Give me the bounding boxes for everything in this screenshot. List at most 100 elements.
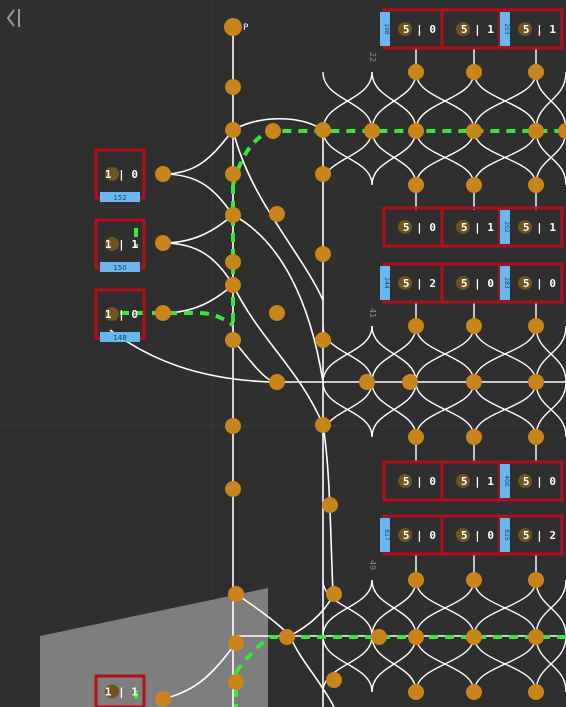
waypoint-node[interactable] [528, 629, 544, 645]
row-label: 41 [368, 308, 377, 318]
waypoint-node[interactable] [225, 207, 241, 223]
left-parking-spot[interactable]: 152 1 | 0 [94, 148, 146, 202]
waypoint-node[interactable] [408, 629, 424, 645]
waypoint-node[interactable] [326, 672, 342, 688]
grid-parking-spot[interactable]: 5 | 0 [382, 460, 444, 502]
waypoint-node[interactable] [408, 177, 424, 193]
grid-parking-spot[interactable]: 198 5 | 0 [380, 8, 444, 50]
grid-parking-spot[interactable]: 203 5 | 1 [500, 8, 564, 50]
grid-parking-spot[interactable]: 400 5 | 0 [500, 460, 564, 502]
waypoint-node[interactable] [402, 374, 418, 390]
map-canvas[interactable]: 152 1 | 0 150 1 | 1 148 1 | 0 1 | 1 198 5 | 0 5 |… [0, 0, 566, 707]
spot-tag-text: 202 [503, 221, 510, 233]
grid-parking-spot[interactable]: 5 | 1 [440, 206, 502, 248]
waypoint-node[interactable] [528, 429, 544, 445]
arch-path [535, 635, 566, 693]
start-marker-label: P [243, 23, 249, 33]
arch-path [535, 579, 566, 637]
waypoint-node[interactable] [466, 684, 482, 700]
waypoint-node[interactable] [466, 318, 482, 334]
waypoint-node[interactable] [408, 64, 424, 80]
grid-parking-spot[interactable]: 202 5 | 1 [500, 206, 564, 248]
waypoint-node[interactable] [359, 374, 375, 390]
waypoint-node[interactable] [269, 374, 285, 390]
waypoint-node[interactable] [155, 235, 171, 251]
waypoint-node[interactable] [528, 374, 544, 390]
arch-path [322, 381, 373, 438]
waypoint-node[interactable] [408, 684, 424, 700]
waypoint-node[interactable] [315, 166, 331, 182]
grid-parking-spot[interactable]: 5 | 0 [440, 514, 502, 556]
waypoint-node[interactable] [155, 691, 171, 707]
waypoint-node[interactable] [466, 629, 482, 645]
waypoint-node[interactable] [408, 123, 424, 139]
waypoint-node[interactable] [279, 629, 295, 645]
grid-parking-spot[interactable]: 244 5 | 2 [380, 262, 444, 304]
grid-parking-spot[interactable]: 5 | 1 [440, 8, 502, 50]
waypoint-node[interactable] [322, 497, 338, 513]
waypoint-node[interactable] [269, 305, 285, 321]
waypoint-node[interactable] [315, 122, 331, 138]
waypoint-node[interactable] [408, 318, 424, 334]
waypoint-node[interactable] [466, 64, 482, 80]
spot-status: 5 | 1 [461, 475, 494, 488]
waypoint-node[interactable] [225, 122, 241, 138]
spot-tag-text: 203 [503, 23, 510, 35]
collapse-left-icon [6, 9, 20, 27]
collapse-panel-button[interactable] [4, 6, 22, 30]
waypoint-node[interactable] [364, 123, 380, 139]
waypoint-node[interactable] [225, 79, 241, 95]
spot-status: 5 | 2 [403, 277, 436, 290]
grid-parking-spot[interactable]: 815 5 | 2 [500, 514, 564, 556]
waypoint-node[interactable] [315, 417, 331, 433]
waypoint-node[interactable] [225, 254, 241, 270]
waypoint-node[interactable] [558, 123, 566, 139]
start-marker[interactable]: P [224, 18, 249, 36]
waypoint-node[interactable] [466, 572, 482, 588]
waypoint-node[interactable] [528, 177, 544, 193]
waypoint-node[interactable] [225, 277, 241, 293]
spot-status: 5 | 1 [461, 23, 494, 36]
spot-status: 5 | 0 [523, 277, 556, 290]
waypoint-node[interactable] [408, 429, 424, 445]
waypoint-node[interactable] [528, 684, 544, 700]
waypoint-node[interactable] [225, 332, 241, 348]
waypoint-node[interactable] [265, 123, 281, 139]
waypoint-node[interactable] [269, 206, 285, 222]
grid-parking-spot[interactable]: 5 | 1 [440, 460, 502, 502]
waypoint-node[interactable] [225, 481, 241, 497]
waypoint-node[interactable] [528, 64, 544, 80]
waypoint-node[interactable] [408, 572, 424, 588]
arch-path [473, 635, 537, 693]
waypoint-node[interactable] [315, 332, 331, 348]
waypoint-node[interactable] [466, 374, 482, 390]
row-label: 49 [368, 560, 377, 570]
waypoint-node[interactable] [528, 123, 544, 139]
waypoint-node[interactable] [326, 586, 342, 602]
waypoint-node[interactable] [228, 635, 244, 651]
grid-parking-spot[interactable]: 5 | 0 [382, 206, 444, 248]
waypoint-node[interactable] [155, 305, 171, 321]
grid-lines [0, 0, 566, 707]
waypoint-node[interactable] [371, 629, 387, 645]
grid-parking-spot[interactable]: 283 5 | 0 [500, 262, 564, 304]
left-parking-spot[interactable]: 148 1 | 0 [94, 288, 146, 342]
waypoint-node[interactable] [466, 177, 482, 193]
waypoint-node[interactable] [315, 246, 331, 262]
arch-path [415, 579, 475, 637]
waypoint-node[interactable] [228, 586, 244, 602]
waypoint-node[interactable] [155, 166, 171, 182]
spot-tag-text: 283 [503, 277, 510, 289]
waypoint-node[interactable] [225, 166, 241, 182]
waypoint-node[interactable] [528, 318, 544, 334]
waypoint-node[interactable] [466, 123, 482, 139]
arch-path [322, 71, 373, 131]
waypoint-node[interactable] [466, 429, 482, 445]
waypoint-node[interactable] [225, 418, 241, 434]
grid-parking-spot[interactable]: 817 5 | 0 [380, 514, 444, 556]
grid-parking-spot[interactable]: 5 | 0 [440, 262, 502, 304]
waypoint-node[interactable] [528, 572, 544, 588]
waypoint-node[interactable] [228, 674, 244, 690]
left-parking-spot[interactable]: 150 1 | 1 [94, 218, 146, 272]
arch-path [415, 381, 475, 438]
